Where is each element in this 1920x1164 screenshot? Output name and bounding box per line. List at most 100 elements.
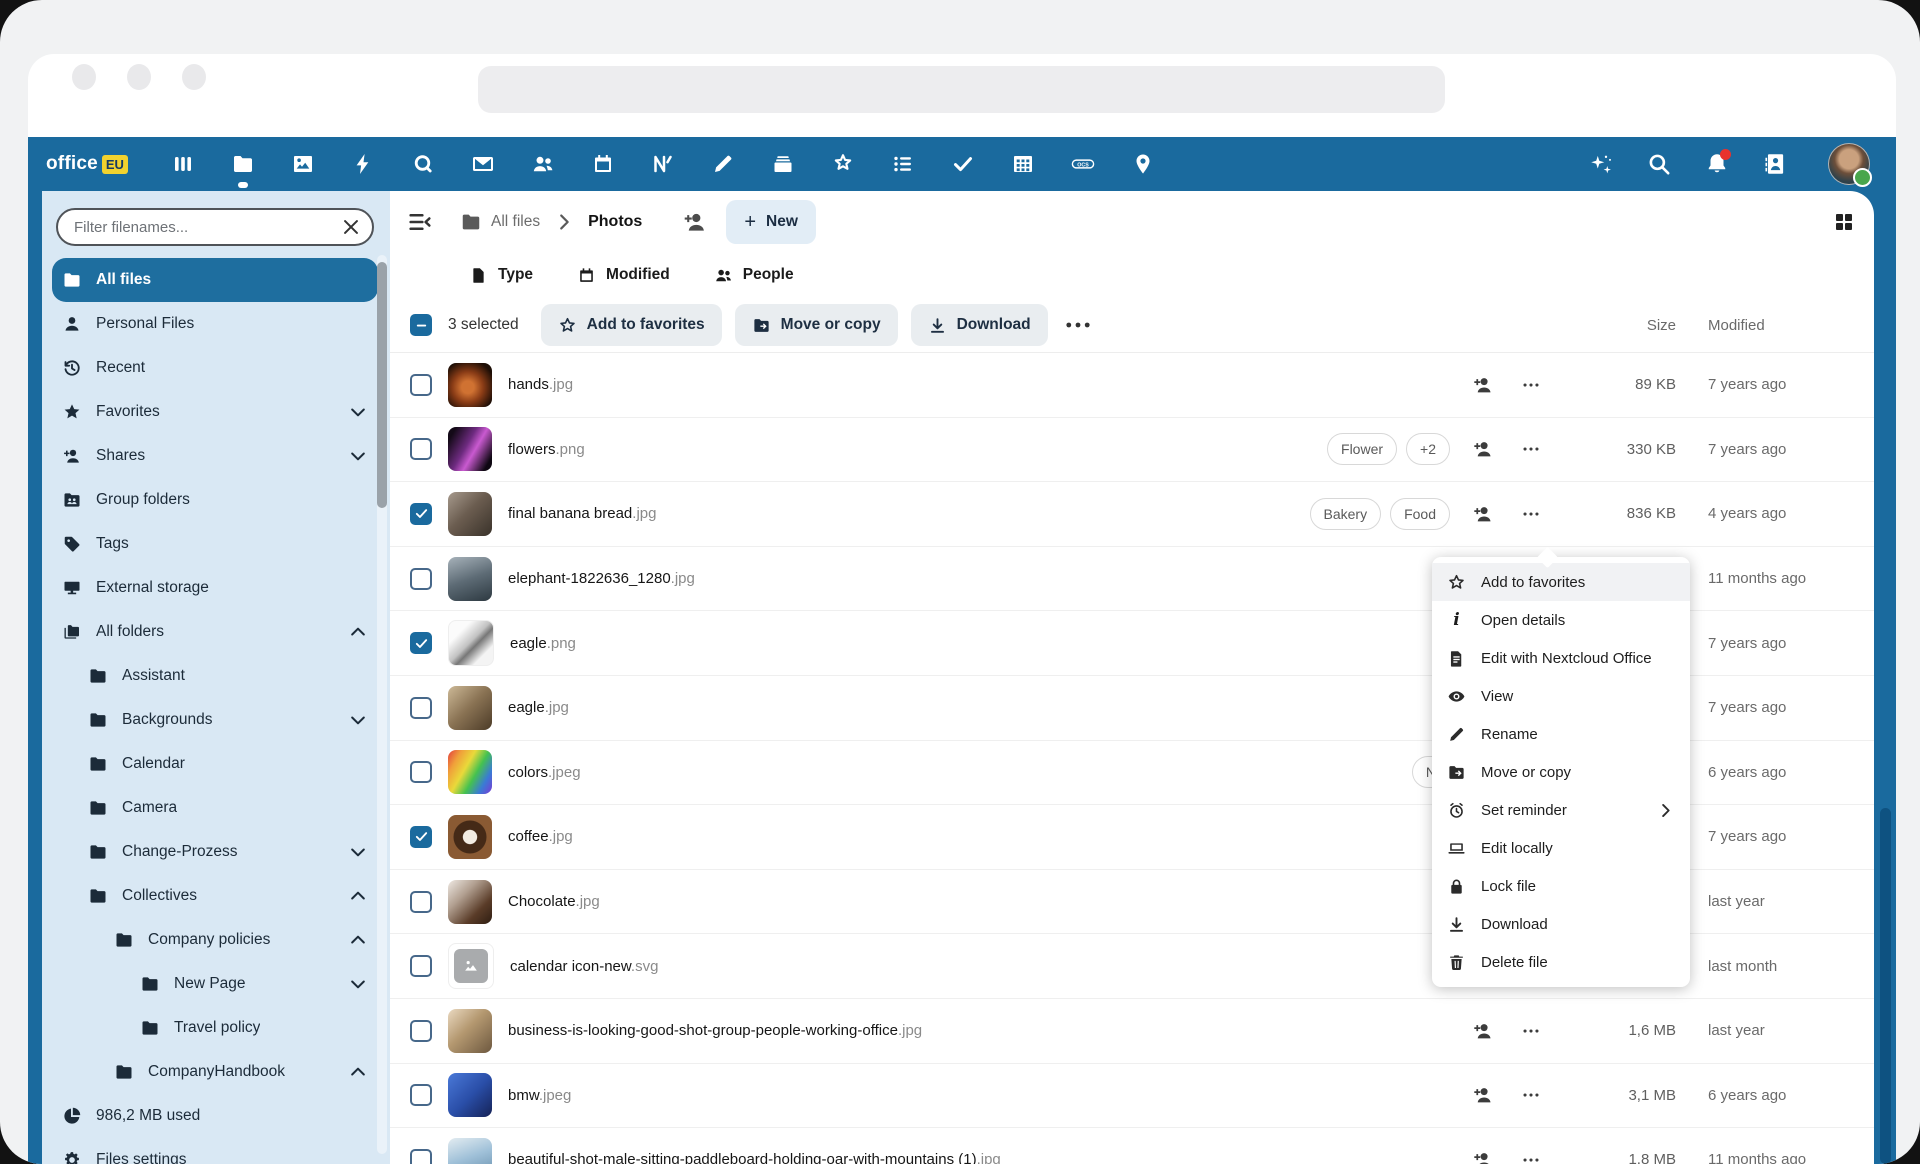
menu-item-download[interactable]: Download <box>1432 905 1690 943</box>
chevron-down-icon[interactable] <box>348 842 368 862</box>
file-checkbox[interactable] <box>410 374 432 396</box>
move-or-copy-button[interactable]: Move or copy <box>735 304 898 346</box>
window-minimize-button[interactable] <box>127 64 151 90</box>
menu-item-open-details[interactable]: iOpen details <box>1432 601 1690 639</box>
sidebar-item-personal-files[interactable]: Personal Files <box>52 302 378 346</box>
file-checkbox[interactable] <box>410 568 432 590</box>
file-more-icon[interactable] <box>1520 503 1542 525</box>
file-checkbox[interactable] <box>410 1020 432 1042</box>
share-icon[interactable] <box>1472 1084 1494 1106</box>
sidebar-item-shares[interactable]: Shares <box>52 434 378 478</box>
sidebar-item-group-folders[interactable]: Group folders <box>52 478 378 522</box>
file-name[interactable]: bmw.jpeg <box>508 1087 1472 1104</box>
app-tables[interactable] <box>1010 151 1036 177</box>
sidebar-item-new-page[interactable]: New Page <box>52 962 378 1006</box>
file-row[interactable]: flowers.pngFlower+2330 KB7 years ago <box>390 418 1874 483</box>
file-more-icon[interactable] <box>1520 1020 1542 1042</box>
menu-item-edit-with-nextcloud-office[interactable]: Edit with Nextcloud Office <box>1432 639 1690 677</box>
file-checkbox[interactable] <box>410 632 432 654</box>
sidebar-item-company-policies[interactable]: Company policies <box>52 918 378 962</box>
sidebar-item-collectives[interactable]: Collectives <box>52 874 378 918</box>
file-checkbox[interactable] <box>410 761 432 783</box>
sidebar-item-travel-policy[interactable]: Travel policy <box>52 1006 378 1050</box>
file-row[interactable]: business-is-looking-good-shot-group-peop… <box>390 999 1874 1064</box>
app-contacts[interactable] <box>530 151 556 177</box>
file-name[interactable]: business-is-looking-good-shot-group-peop… <box>508 1022 1472 1039</box>
file-checkbox[interactable] <box>410 955 432 977</box>
collapse-sidebar-icon[interactable] <box>406 208 434 236</box>
share-icon[interactable] <box>1472 503 1494 525</box>
sidebar-scrollbar-thumb[interactable] <box>377 262 387 508</box>
address-bar[interactable] <box>478 66 1445 113</box>
chevron-down-icon[interactable] <box>348 974 368 994</box>
tag-pill[interactable]: Food <box>1390 498 1450 530</box>
tag-pill[interactable]: Bakery <box>1310 498 1382 530</box>
notifications-button[interactable] <box>1704 151 1730 177</box>
file-name[interactable]: final banana bread.jpg <box>508 505 1310 522</box>
chevron-up-icon[interactable] <box>348 930 368 950</box>
app-notes[interactable] <box>710 151 736 177</box>
file-name[interactable]: hands.jpg <box>508 376 1472 393</box>
app-recommendations[interactable] <box>830 151 856 177</box>
app-news[interactable] <box>650 151 676 177</box>
app-lists[interactable] <box>890 151 916 177</box>
file-row[interactable]: hands.jpg89 KB7 years ago <box>390 353 1874 418</box>
window-maximize-button[interactable] <box>182 64 206 90</box>
app-files[interactable] <box>230 151 256 177</box>
new-button[interactable]: + New <box>726 200 816 244</box>
sidebar-item-all-folders[interactable]: All folders <box>52 610 378 654</box>
clear-filter-icon[interactable] <box>340 216 362 238</box>
file-more-icon[interactable] <box>1520 1149 1542 1164</box>
select-all-checkbox[interactable] <box>410 314 432 336</box>
app-deck[interactable] <box>770 151 796 177</box>
app-activity[interactable] <box>350 151 376 177</box>
sidebar-item-change-prozess[interactable]: Change-Prozess <box>52 830 378 874</box>
menu-item-edit-locally[interactable]: Edit locally <box>1432 829 1690 867</box>
share-icon[interactable] <box>1472 438 1494 460</box>
file-name[interactable]: Chocolate.jpg <box>508 893 1472 910</box>
contacts-menu-button[interactable] <box>1762 151 1788 177</box>
add-to-favorites-button[interactable]: Add to favorites <box>541 304 722 346</box>
sidebar-item-calendar[interactable]: Calendar <box>52 742 378 786</box>
file-checkbox[interactable] <box>410 1084 432 1106</box>
app-tasks[interactable] <box>950 151 976 177</box>
sidebar-item-backgrounds[interactable]: Backgrounds <box>52 698 378 742</box>
chevron-up-icon[interactable] <box>348 1062 368 1082</box>
menu-item-add-to-favorites[interactable]: Add to favorites <box>1432 563 1690 601</box>
file-name[interactable]: calendar icon-new.svg <box>510 958 1472 975</box>
file-name[interactable]: eagle.jpg <box>508 699 1472 716</box>
file-checkbox[interactable] <box>410 891 432 913</box>
files-settings-button[interactable]: Files settings <box>52 1138 378 1164</box>
file-more-icon[interactable] <box>1520 1084 1542 1106</box>
file-more-icon[interactable] <box>1520 374 1542 396</box>
app-dashboard[interactable] <box>170 151 196 177</box>
sidebar-item-tags[interactable]: Tags <box>52 522 378 566</box>
menu-item-move-or-copy[interactable]: Move or copy <box>1432 753 1690 791</box>
sidebar-item-recent[interactable]: Recent <box>52 346 378 390</box>
filter-filenames-input[interactable] <box>56 208 374 246</box>
app-photos[interactable] <box>290 151 316 177</box>
tag-pill[interactable]: Flower <box>1327 433 1397 465</box>
sidebar-item-companyhandbook[interactable]: CompanyHandbook <box>52 1050 378 1094</box>
app-logo[interactable]: office EU <box>46 153 128 175</box>
chevron-down-icon[interactable] <box>348 402 368 422</box>
menu-item-set-reminder[interactable]: Set reminder <box>1432 791 1690 829</box>
share-icon[interactable] <box>1472 1149 1494 1164</box>
chevron-up-icon[interactable] <box>348 886 368 906</box>
chevron-down-icon[interactable] <box>348 446 368 466</box>
file-name[interactable]: flowers.png <box>508 441 1327 458</box>
file-checkbox[interactable] <box>410 1149 432 1164</box>
app-assistant[interactable] <box>410 151 436 177</box>
filter-chip-people[interactable]: People <box>714 266 794 285</box>
chevron-down-icon[interactable] <box>348 710 368 730</box>
file-row[interactable]: beautiful-shot-male-sitting-paddleboard-… <box>390 1128 1874 1164</box>
column-header-size[interactable]: Size <box>1576 317 1676 334</box>
share-icon[interactable] <box>1472 374 1494 396</box>
app-mail[interactable] <box>470 151 496 177</box>
file-checkbox[interactable] <box>410 826 432 848</box>
sidebar-item-favorites[interactable]: Favorites <box>52 390 378 434</box>
share-folder-icon[interactable] <box>682 209 708 235</box>
file-row[interactable]: final banana bread.jpgBakeryFood836 KB4 … <box>390 482 1874 547</box>
search-button[interactable] <box>1646 151 1672 177</box>
main-scrollbar-thumb[interactable] <box>1880 808 1891 1164</box>
